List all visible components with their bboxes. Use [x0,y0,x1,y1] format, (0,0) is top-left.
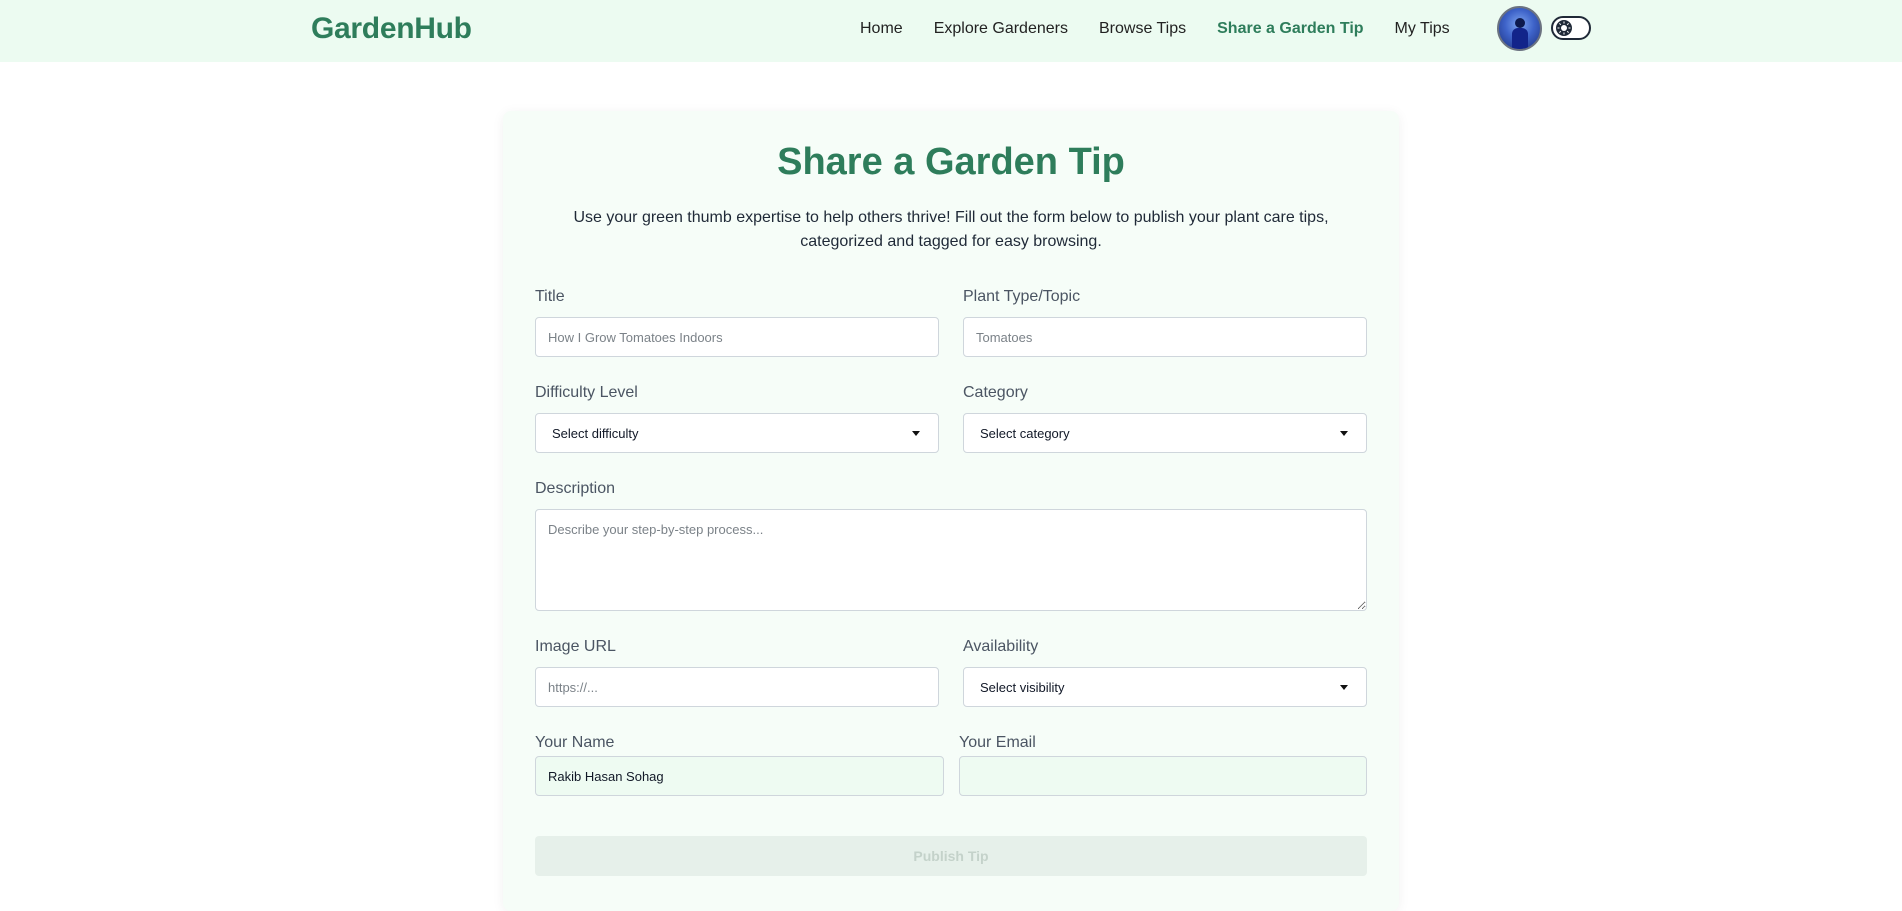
availability-selected-value: Select visibility [980,679,1065,695]
title-input[interactable] [535,317,939,357]
chevron-down-icon [1340,430,1348,436]
nav-my-tips[interactable]: My Tips [1395,20,1450,38]
your-email-label: Your Email [959,734,1036,751]
nav-explore-gardeners[interactable]: Explore Gardeners [934,20,1068,38]
category-label: Category [963,384,1028,401]
theme-toggle[interactable] [1551,16,1591,40]
avatar-body-shape [1512,28,1528,49]
plant-type-input[interactable] [963,317,1367,357]
main-nav: Home Explore Gardeners Browse Tips Share… [860,0,1481,58]
availability-select[interactable]: Select visibility [963,667,1367,707]
brand-logo[interactable]: GardenHub [311,12,472,46]
your-name-label: Your Name [535,734,615,751]
avatar-head-shape [1515,18,1525,28]
availability-label: Availability [963,638,1039,655]
category-selected-value: Select category [980,425,1070,441]
your-email-input[interactable] [959,756,1367,796]
page-title: Share a Garden Tip [777,141,1125,183]
difficulty-label: Difficulty Level [535,384,638,401]
description-label: Description [535,480,616,497]
difficulty-selected-value: Select difficulty [552,425,639,441]
your-name-input[interactable] [535,756,944,796]
nav-home[interactable]: Home [860,20,903,38]
top-navbar: GardenHub Home Explore Gardeners Browse … [0,0,1902,62]
user-avatar[interactable] [1497,6,1542,51]
title-label: Title [535,288,565,305]
nav-browse-tips[interactable]: Browse Tips [1099,20,1186,38]
image-url-label: Image URL [535,638,616,655]
category-select[interactable]: Select category [963,413,1367,453]
page-subtitle: Use your green thumb expertise to help o… [573,209,1329,250]
plant-type-label: Plant Type/Topic [963,288,1081,305]
share-tip-card: Share a Garden Tip Use your green thumb … [503,111,1399,911]
difficulty-select[interactable]: Select difficulty [535,413,939,453]
nav-share-garden-tip[interactable]: Share a Garden Tip [1217,20,1363,38]
chevron-down-icon [912,430,920,436]
description-textarea[interactable] [535,509,1367,611]
image-url-input[interactable] [535,667,939,707]
theme-toggle-icon [1556,20,1572,36]
chevron-down-icon [1340,684,1348,690]
publish-tip-button[interactable]: Publish Tip [535,836,1367,876]
